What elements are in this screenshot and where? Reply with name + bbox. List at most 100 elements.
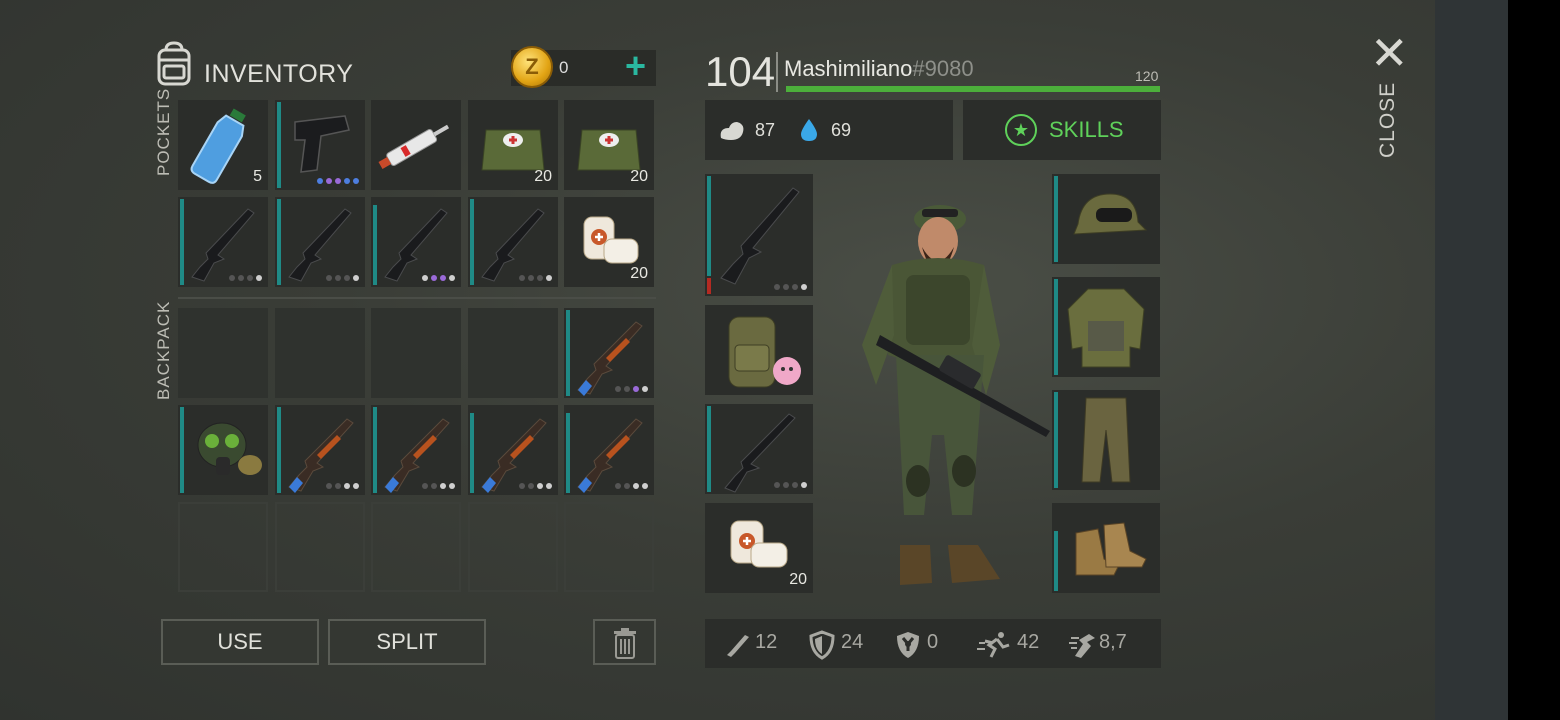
level-separator [776,52,778,92]
armor-value: 24 [841,631,864,653]
weight-value: 8,7 [1099,631,1127,653]
inventory-slot-rifle[interactable] [371,197,461,287]
inventory-slot-locked [178,502,268,592]
ak-rifle-icon [481,418,547,493]
inventory-slot-pistol[interactable] [275,100,365,190]
skills-button[interactable]: ★ SKILLS [963,100,1161,160]
stomach-icon [720,122,744,140]
ak-rifle-icon [288,418,354,493]
section-divider [178,297,656,299]
equip-slot-legs[interactable] [1052,390,1160,490]
rifle-icon [288,208,352,282]
inventory-slot-empty[interactable] [275,308,365,398]
pistol-icon [294,115,350,173]
use-button[interactable]: USE [161,619,319,665]
rarity-dots [422,275,455,281]
hp-bar-fill [786,86,1160,92]
rarity-dots [774,482,807,488]
running-icon [977,632,1010,658]
rarity-dots [519,275,552,281]
inventory-slot-rifle[interactable] [468,197,558,287]
player-name-row: Mashimiliano#9080 [784,56,974,82]
shield-icon [809,630,835,660]
rarity-dots [229,275,262,281]
star-icon: ★ [1005,114,1037,146]
player-character [862,205,1050,585]
rarity-dots [519,483,552,489]
player-name: Mashimiliano [784,56,913,81]
inventory-slot-medbag[interactable]: 20 [468,100,558,190]
add-coins-button[interactable]: + [625,48,646,84]
inventory-slot-locked [564,502,654,592]
coin-count: 0 [559,58,569,77]
coin-balance: Z 0 + [511,46,656,88]
inventory-slot-bandage[interactable]: 20 [564,197,654,287]
ak-rifle-icon [577,418,643,493]
coin-icon: Z [511,46,553,88]
close-label[interactable]: CLOSE [1376,82,1400,158]
inventory-slot-empty[interactable] [371,308,461,398]
attack-value: 12 [755,631,778,653]
ak-rifle-icon [577,321,643,396]
equip-slot-quick-item[interactable]: 20 [705,503,813,593]
radiation-shield-icon [897,632,919,658]
close-button[interactable]: ✕ [1370,30,1409,76]
inventory-slot-locked [468,502,558,592]
inventory-slot-empty[interactable] [178,308,268,398]
inventory-slot-water-bottle[interactable]: 5 [178,100,268,190]
inventory-slot-locked [275,502,365,592]
rifle-icon [191,208,255,282]
item-count: 20 [630,265,648,282]
camo-pants-icon [1081,397,1131,483]
inventory-slot-ak-rifle[interactable] [275,405,365,495]
rifle-icon [724,413,796,493]
rarity-dots [615,483,648,489]
inventory-slot-ak-rifle[interactable] [371,405,461,495]
backpack-label: BACKPACK [154,300,173,400]
screen-edge [1508,0,1560,720]
inventory-slot-locked [371,502,461,592]
equip-slot-chest[interactable] [1052,277,1160,377]
item-count: 20 [630,168,648,185]
inventory-slot-ak-rifle[interactable] [564,405,654,495]
boots-icon [1075,522,1147,576]
rarity-dots [317,178,359,184]
thirst-value: 69 [831,120,852,140]
close-label-text: CLOSE [1376,81,1399,158]
delete-button[interactable] [593,619,656,665]
inventory-title: INVENTORY [204,60,354,88]
inventory-slot-ak-rifle[interactable] [468,405,558,495]
inventory-slot-medbag[interactable]: 20 [564,100,654,190]
speed-value: 42 [1017,631,1040,653]
ak-rifle-icon [384,418,450,493]
rarity-dots [422,483,455,489]
player-tag: #9080 [912,56,974,81]
item-count: 20 [789,571,807,588]
hunger-value: 87 [755,120,776,140]
equip-slot-primary-weapon[interactable] [705,174,813,296]
rifle-icon [481,208,545,282]
syringe-icon [378,124,450,169]
military-backpack-icon [728,316,801,388]
split-button[interactable]: SPLIT [328,619,486,665]
radiation-value: 0 [927,631,939,653]
pockets-label: POCKETS [154,87,173,176]
inventory-slot-empty[interactable] [468,308,558,398]
equip-slot-head[interactable] [1052,174,1160,264]
equip-slot-feet[interactable] [1052,503,1160,593]
rarity-dots [326,275,359,281]
inventory-slot-ak-rifle[interactable] [564,308,654,398]
equip-slot-secondary-weapon[interactable] [705,404,813,494]
skills-label: SKILLS [1049,117,1124,142]
player-level: 104 [705,48,776,95]
equip-slot-backpack[interactable] [705,305,813,395]
inventory-slot-rifle[interactable] [275,197,365,287]
backpack-icon [157,41,191,86]
rifle-icon [720,187,800,285]
combat-stats-bar: 12 24 0 42 8,7 [705,619,1161,668]
inventory-slot-syringe[interactable] [371,100,461,190]
inventory-slot-rifle[interactable] [178,197,268,287]
inventory-slot-gas-mask[interactable] [178,405,268,495]
rarity-dots [326,483,359,489]
vitals-panel: 87 69 [705,100,953,160]
